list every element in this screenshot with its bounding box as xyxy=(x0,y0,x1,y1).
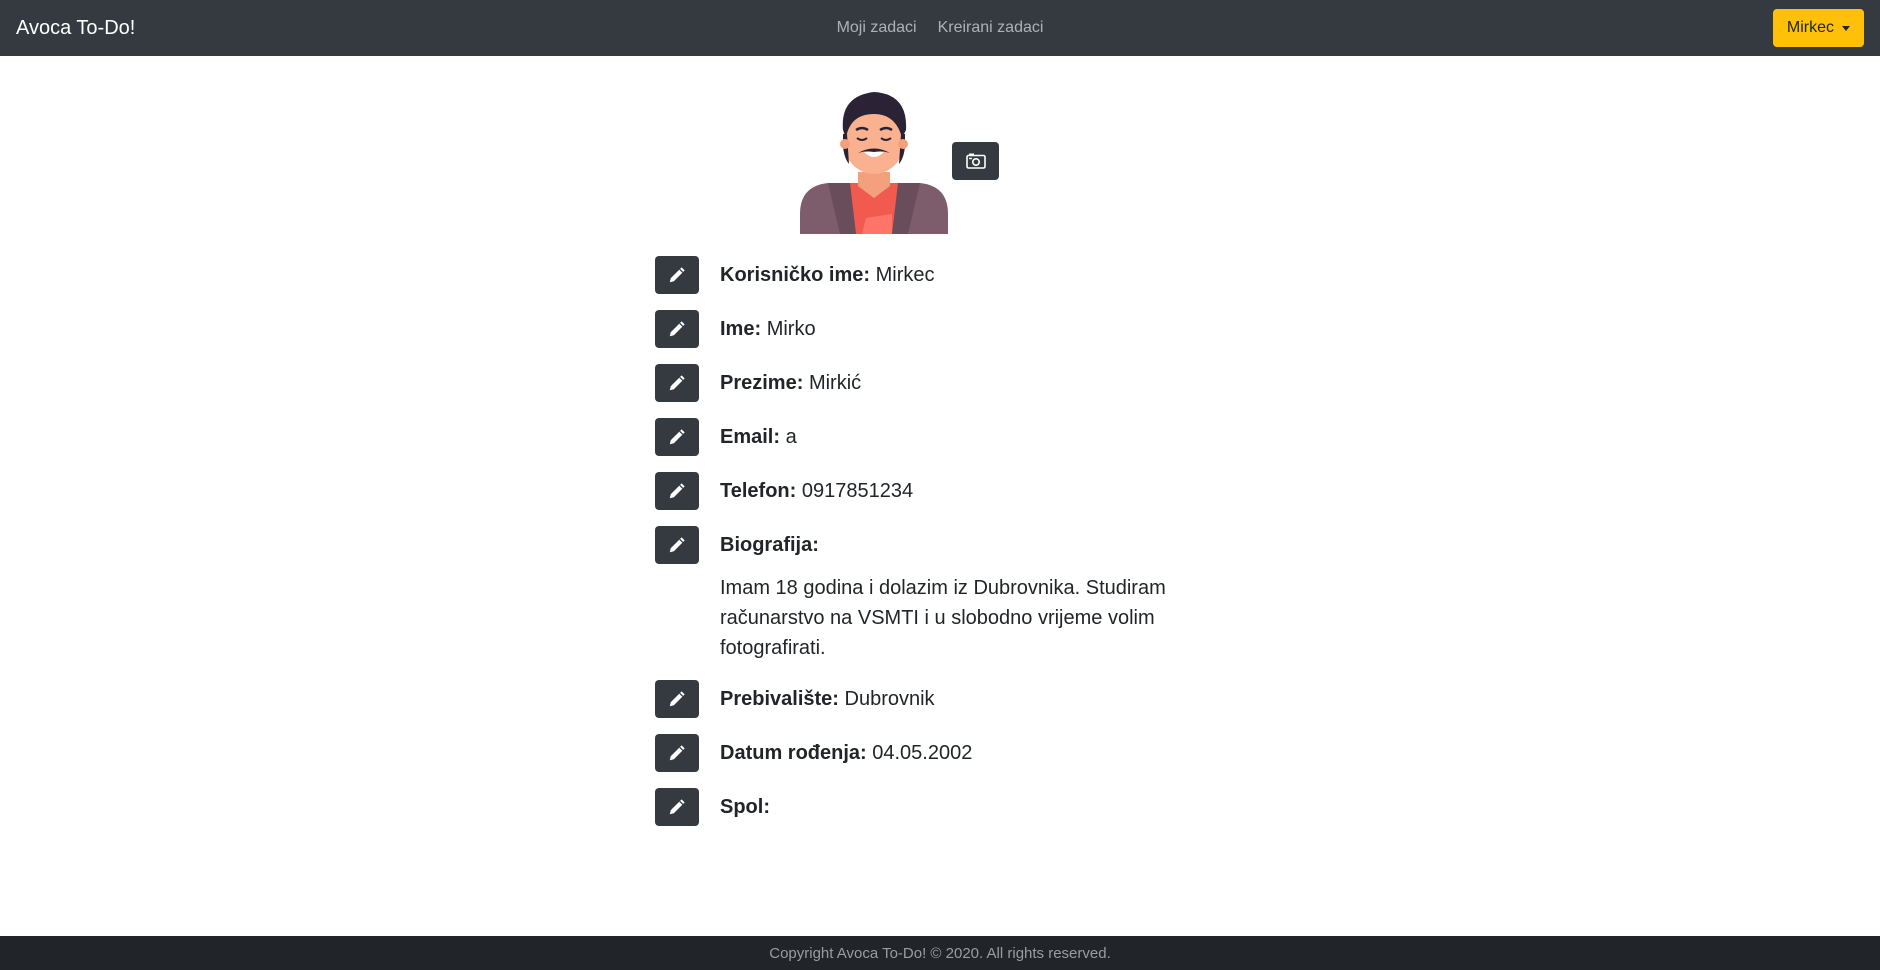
profile-field-username: Korisničko ime: Mirkec xyxy=(720,264,935,287)
pencil-icon xyxy=(669,429,685,445)
profile-row-phone: Telefon: 0917851234 xyxy=(655,471,1215,511)
profile-row-last-name: Prezime: Mirkić xyxy=(655,363,1215,403)
pencil-icon xyxy=(669,691,685,707)
field-label: Telefon: xyxy=(720,479,797,502)
copyright-text: Copyright Avoca To-Do! © 2020. All right… xyxy=(769,944,1111,962)
change-photo-button[interactable] xyxy=(952,142,999,180)
field-label: Prebivalište: xyxy=(720,687,839,710)
profile-row-birth-date: Datum rođenja: 04.05.2002 xyxy=(655,733,1215,773)
user-menu-label: Mirkec xyxy=(1786,19,1834,36)
profile-row-first-name: Ime: Mirko xyxy=(655,309,1215,349)
profile-field-gender: Spol: xyxy=(720,796,770,819)
field-value: Dubrovnik xyxy=(844,687,935,710)
profile-field-email: Email: a xyxy=(720,426,797,449)
camera-icon xyxy=(965,153,986,169)
profile-field-last-name: Prezime: Mirkić xyxy=(720,372,861,395)
field-label: Prezime: xyxy=(720,371,804,394)
avatar-illustration xyxy=(800,92,948,234)
pencil-icon xyxy=(669,267,685,283)
field-value: Mirkić xyxy=(808,371,862,394)
edit-username-button[interactable] xyxy=(655,256,699,294)
profile-field-first-name: Ime: Mirko xyxy=(720,318,816,341)
caret-down-icon xyxy=(1842,25,1850,31)
profile-row-gender: Spol: xyxy=(655,787,1215,827)
profile-details: Korisničko ime: Mirkec Ime: Mirko Prezim… xyxy=(655,255,1215,841)
field-label: Email: xyxy=(720,425,781,448)
profile-field-biography: Biografija: xyxy=(720,534,819,557)
pencil-icon xyxy=(669,483,685,499)
field-label: Spol: xyxy=(720,795,770,818)
profile-field-phone: Telefon: 0917851234 xyxy=(720,480,913,503)
avatar xyxy=(800,86,948,234)
field-value: Mirko xyxy=(766,317,816,340)
pencil-icon xyxy=(669,799,685,815)
pencil-icon xyxy=(669,537,685,553)
pencil-icon xyxy=(669,321,685,337)
pencil-icon xyxy=(669,745,685,761)
nav-link-moji-zadaci[interactable]: Moji zadaci xyxy=(837,19,917,37)
profile-field-residence: Prebivalište: Dubrovnik xyxy=(720,688,935,711)
edit-email-button[interactable] xyxy=(655,418,699,456)
field-label: Datum rođenja: xyxy=(720,741,867,764)
profile-field-birth-date: Datum rođenja: 04.05.2002 xyxy=(720,742,972,765)
nav-links: Moji zadaci Kreirani zadaci xyxy=(0,0,1880,56)
field-value: a xyxy=(785,425,797,448)
field-label: Korisničko ime: xyxy=(720,263,871,286)
edit-birth-date-button[interactable] xyxy=(655,734,699,772)
nav-link-kreirani-zadaci[interactable]: Kreirani zadaci xyxy=(938,19,1044,37)
edit-gender-button[interactable] xyxy=(655,788,699,826)
field-value: Mirkec xyxy=(875,263,935,286)
field-label: Ime: xyxy=(720,317,762,340)
edit-phone-button[interactable] xyxy=(655,472,699,510)
navbar: Avoca To-Do! Moji zadaci Kreirani zadaci… xyxy=(0,0,1880,56)
edit-first-name-button[interactable] xyxy=(655,310,699,348)
profile-row-biography: Biografija: xyxy=(655,525,1215,565)
user-menu-button[interactable]: Mirkec xyxy=(1772,9,1864,47)
profile-row-username: Korisničko ime: Mirkec xyxy=(655,255,1215,295)
field-label: Biografija: xyxy=(720,533,819,556)
biography-text: Imam 18 godina i dolazim iz Dubrovnika. … xyxy=(720,577,1166,659)
edit-last-name-button[interactable] xyxy=(655,364,699,402)
profile-row-email: Email: a xyxy=(655,417,1215,457)
field-value: 04.05.2002 xyxy=(872,741,973,764)
profile-row-residence: Prebivalište: Dubrovnik xyxy=(655,679,1215,719)
footer: Copyright Avoca To-Do! © 2020. All right… xyxy=(0,936,1880,970)
pencil-icon xyxy=(669,375,685,391)
field-value: 0917851234 xyxy=(801,479,914,502)
edit-residence-button[interactable] xyxy=(655,680,699,718)
edit-biography-button[interactable] xyxy=(655,526,699,564)
